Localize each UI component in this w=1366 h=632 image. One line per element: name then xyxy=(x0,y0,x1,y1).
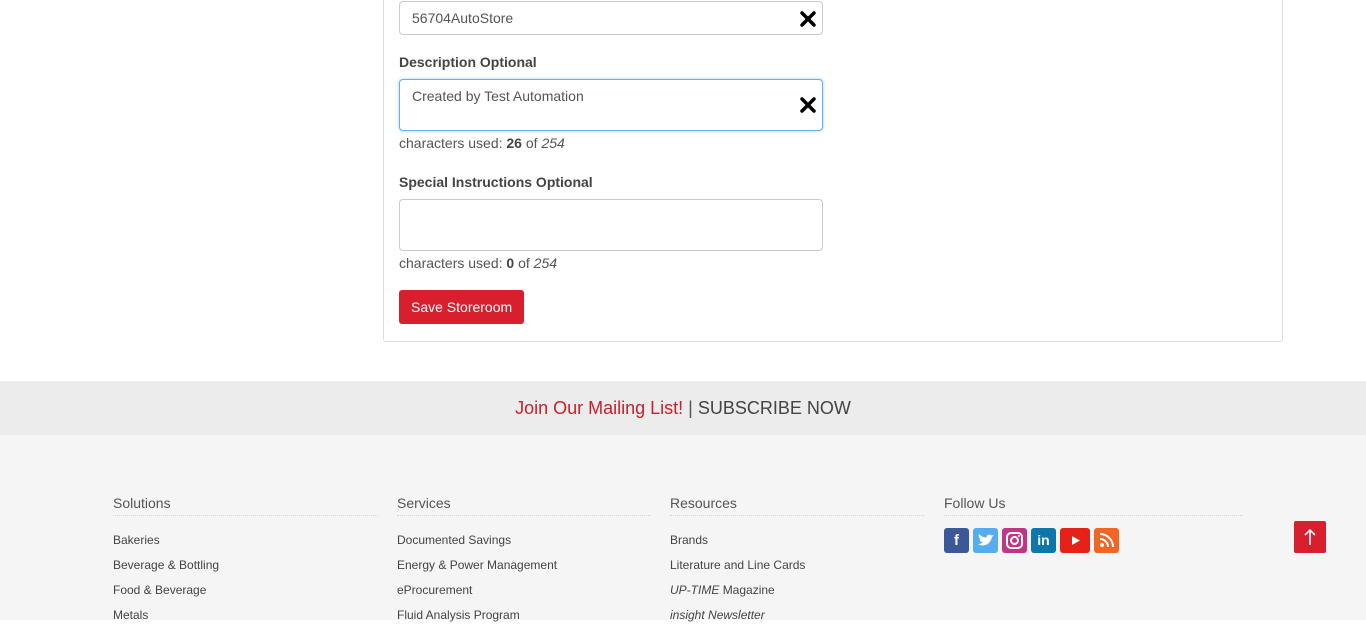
footer-col-services: Services Documented Savings Energy & Pow… xyxy=(397,495,651,622)
storeroom-name-field[interactable]: 56704AutoStore xyxy=(399,1,823,35)
instructions-chars-used: 0 xyxy=(506,255,515,271)
description-label: Description Optional xyxy=(399,54,537,70)
facebook-icon[interactable]: f xyxy=(944,528,969,553)
instructions-char-counter: characters used: 0 of 254 xyxy=(399,255,558,271)
instructions-chars-max: 254 xyxy=(533,255,558,271)
footer-link[interactable]: eProcurement xyxy=(397,582,557,607)
linkedin-icon[interactable]: in xyxy=(1031,528,1056,553)
twitter-icon[interactable] xyxy=(973,528,998,553)
join-mailing-list-link[interactable]: Join Our Mailing List! xyxy=(515,398,683,418)
mailing-list-banner: Join Our Mailing List! | SUBSCRIBE NOW xyxy=(0,381,1366,435)
subscribe-now-link[interactable]: SUBSCRIBE NOW xyxy=(698,398,851,418)
footer-link-uptime[interactable]: UP-TIME Magazine xyxy=(670,582,805,607)
footer-col-follow: Follow Us xyxy=(944,495,1243,516)
footer-col-solutions: Solutions Bakeries Beverage & Bottling F… xyxy=(113,495,378,622)
description-field[interactable]: Created by Test Automation xyxy=(399,79,823,131)
footer-col-resources: Resources Brands Literature and Line Car… xyxy=(670,495,924,622)
footer-heading-services: Services xyxy=(397,495,651,516)
footer-heading-solutions: Solutions xyxy=(113,495,378,516)
social-icons: f in xyxy=(944,528,1119,553)
arrow-up-icon xyxy=(1304,528,1316,545)
instructions-label: Special Instructions Optional xyxy=(399,174,593,190)
close-icon[interactable] xyxy=(798,9,818,29)
save-storeroom-button[interactable]: Save Storeroom xyxy=(399,290,525,324)
footer-link[interactable]: Beverage & Bottling xyxy=(113,557,219,582)
footer-link[interactable]: Food & Beverage xyxy=(113,582,219,607)
footer-link[interactable]: Documented Savings xyxy=(397,532,557,557)
footer-heading-resources: Resources xyxy=(670,495,924,516)
description-chars-used: 26 xyxy=(506,135,522,151)
footer-link[interactable]: Literature and Line Cards xyxy=(670,557,805,582)
description-chars-max: 254 xyxy=(541,135,565,151)
back-to-top-button[interactable] xyxy=(1294,521,1326,553)
footer-link[interactable]: Brands xyxy=(670,532,805,557)
description-char-counter: characters used: 26 of 254 xyxy=(399,135,565,151)
storeroom-name-value: 56704AutoStore xyxy=(412,10,514,26)
footer-link[interactable]: Bakeries xyxy=(113,532,219,557)
youtube-icon[interactable] xyxy=(1060,528,1090,553)
special-instructions-field[interactable] xyxy=(399,199,823,251)
instagram-icon[interactable] xyxy=(1002,528,1027,553)
footer-heading-follow: Follow Us xyxy=(944,495,1243,516)
description-value: Created by Test Automation xyxy=(412,88,584,104)
rss-icon[interactable] xyxy=(1094,528,1119,553)
footer-link[interactable]: Energy & Power Management xyxy=(397,557,557,582)
close-icon[interactable] xyxy=(798,95,818,115)
